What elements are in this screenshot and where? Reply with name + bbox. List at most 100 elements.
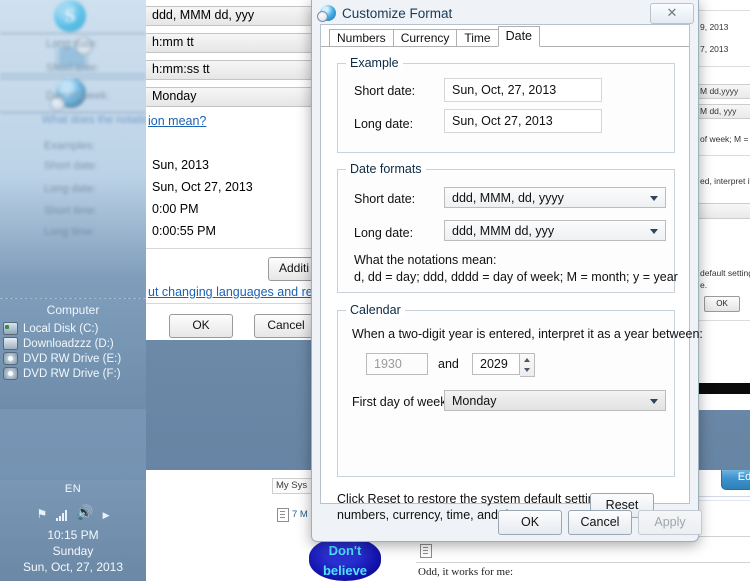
- blurred-long-time-label: Long time:: [44, 226, 96, 238]
- notation-body: d, dd = day; ddd, dddd = day of week; M …: [354, 270, 678, 284]
- example-short-date-value: Sun, Oct, 27, 2013: [444, 78, 602, 102]
- blurred-short-time-label: Short time:: [44, 205, 98, 217]
- bg-ok-button[interactable]: OK: [169, 314, 233, 338]
- calendar-group-legend: Calendar: [346, 303, 405, 317]
- background-region-dialog: ddd, MMM dd, yyy h:mm tt h:mm:ss tt Mond…: [146, 0, 329, 340]
- change-languages-link[interactable]: ut changing languages and regio: [148, 285, 329, 299]
- tab-numbers[interactable]: Numbers: [329, 29, 394, 47]
- gadget-drive-row[interactable]: Local Disk (C:): [0, 321, 146, 336]
- bg-notation-link[interactable]: ion mean?: [148, 114, 206, 128]
- bgr-reset-note: default settings: [700, 268, 750, 278]
- tab-time[interactable]: Time: [456, 29, 499, 47]
- language-indicator[interactable]: EN: [0, 480, 146, 495]
- signature-image: Don't believe everything: [309, 537, 381, 581]
- attachment-icon: [277, 508, 289, 522]
- bgr-calendar-fragment: ed, interpret it as: [700, 176, 750, 186]
- tab-date[interactable]: Date: [497, 26, 541, 47]
- blurred-examples-label: Examples:: [44, 140, 96, 152]
- short-date-format-value: ddd, MMM, dd, yyyy: [452, 191, 564, 205]
- bgr-example-1: 9, 2013: [700, 22, 729, 32]
- drive-label: Downloadzzz (D:): [23, 337, 114, 350]
- signature-line-1: Don't believe: [322, 543, 368, 578]
- flag-icon[interactable]: ⚑: [36, 507, 47, 521]
- apply-button[interactable]: Apply: [638, 510, 702, 535]
- ok-button[interactable]: OK: [498, 510, 562, 535]
- reset-note-line-1: Click Reset to restore the system defaul…: [337, 492, 627, 506]
- my-system-label: My Sys: [276, 480, 308, 491]
- customize-format-dialog: Customize Format ✕ Numbers Currency Time…: [311, 0, 703, 542]
- tab-bar: Numbers Currency Time Date: [321, 26, 541, 47]
- short-date-format-combo[interactable]: ddd, MMM, dd, yyyy: [444, 187, 666, 208]
- show-hidden-icons-arrow[interactable]: ▶: [103, 510, 110, 521]
- bgr-notation-fragment: of week; M = m: [700, 134, 750, 144]
- blurred-long-date-label: Long date:: [44, 183, 96, 195]
- example-long-date-value: Sun, Oct 27, 2013: [444, 109, 602, 133]
- gadget-drive-row[interactable]: DVD RW Drive (E:): [0, 351, 146, 366]
- first-day-of-week-label: First day of week:: [352, 395, 450, 409]
- chevron-down-icon: [650, 196, 658, 201]
- post-icon: [420, 544, 432, 558]
- tab-currency[interactable]: Currency: [392, 29, 458, 47]
- bg-example-3: 0:00 PM: [152, 202, 199, 216]
- long-date-format-label: Long date:: [354, 226, 414, 240]
- bg-cancel-button[interactable]: Cancel: [254, 314, 318, 338]
- dialog-title-bar: Customize Format ✕: [312, 0, 698, 24]
- chevron-down-icon: [650, 399, 658, 404]
- region-globe-icon: [317, 5, 336, 22]
- clock-day: Sunday: [52, 544, 94, 558]
- year-to-input[interactable]: 2029: [472, 353, 520, 375]
- bg-format-short-time: h:mm tt: [152, 35, 194, 49]
- bgr-example-2: 7, 2013: [700, 44, 729, 54]
- and-label: and: [438, 357, 459, 371]
- computer-gadget: Computer Local Disk (C:) Downloadzzz (D:…: [0, 298, 146, 409]
- bg-first-day-of-week: Monday: [152, 89, 197, 103]
- short-date-format-label: Short date:: [354, 192, 416, 206]
- blurred-row-label-1: Long date:: [46, 38, 98, 50]
- edit-post-button[interactable]: Ed: [721, 470, 750, 490]
- stepper-up-icon[interactable]: [524, 358, 530, 362]
- bg-example-1: Sun, 2013: [152, 158, 209, 172]
- year-from-input[interactable]: 1930: [366, 353, 428, 375]
- date-formats-group-legend: Date formats: [346, 162, 426, 176]
- long-date-format-value: ddd, MMM dd, yyy: [452, 224, 555, 238]
- gadget-title: Computer: [46, 303, 100, 317]
- long-date-format-combo[interactable]: ddd, MMM dd, yyy: [444, 220, 666, 241]
- example-group: Example Short date: Sun, Oct, 27, 2013 L…: [337, 56, 675, 153]
- gadget-drive-row[interactable]: Downloadzzz (D:): [0, 336, 146, 351]
- year-to-stepper[interactable]: [520, 353, 535, 377]
- network-signal-icon[interactable]: [56, 509, 68, 521]
- background-duplicate-dialog: 9, 2013 7, 2013 M dd,yyyy M dd, yyy of w…: [697, 0, 750, 410]
- bgr-format-2: M dd, yyy: [700, 106, 737, 116]
- date-formats-group: Date formats Short date: ddd, MMM, dd, y…: [337, 162, 678, 293]
- cancel-button[interactable]: Cancel: [568, 510, 632, 535]
- volume-icon[interactable]: 🔊: [76, 504, 93, 521]
- example-group-legend: Example: [346, 56, 403, 70]
- dialog-body: Numbers Currency Time Date Example Short…: [320, 24, 703, 522]
- two-digit-year-text: When a two-digit year is entered, interp…: [352, 327, 703, 341]
- stepper-down-icon[interactable]: [524, 368, 530, 372]
- drive-label: DVD RW Drive (F:): [23, 367, 121, 380]
- drive-label: DVD RW Drive (E:): [23, 352, 122, 365]
- clock-widget[interactable]: 10:15 PM Sunday Sun, Oct, 27, 2013: [0, 527, 146, 575]
- gadget-drive-row[interactable]: DVD RW Drive (F:): [0, 366, 146, 381]
- close-icon[interactable]: ✕: [650, 2, 694, 24]
- calendar-group: Calendar When a two-digit year is entere…: [337, 303, 703, 477]
- first-day-of-week-combo[interactable]: Monday: [444, 390, 666, 411]
- drive-label: Local Disk (C:): [23, 322, 99, 335]
- blurred-short-date-label: Short date:: [44, 160, 98, 172]
- bgr-ok-button[interactable]: OK: [704, 296, 740, 312]
- blurred-row-label-2: Short time:: [46, 62, 100, 74]
- hard-disk-icon: [3, 322, 18, 335]
- bgr-reset-note-2: e.: [700, 280, 708, 290]
- taskbar-notification-area: EN ⚑ 🔊 ▶ 10:15 PM Sunday Sun, Oct, 27, 2…: [0, 480, 146, 581]
- clock-date: Sun, Oct, 27, 2013: [22, 560, 124, 574]
- bgr-format-1: M dd,yyyy: [700, 86, 739, 96]
- bg-example-4: 0:00:55 PM: [152, 224, 216, 238]
- clock-time: 10:15 PM: [47, 528, 99, 542]
- chevron-down-icon: [650, 229, 658, 234]
- bg-format-long-time: h:mm:ss tt: [152, 62, 210, 76]
- first-day-of-week-value: Monday: [452, 394, 497, 408]
- blurred-row-label-3: Day of week:: [46, 90, 110, 102]
- hard-disk-icon: [3, 337, 18, 350]
- blurred-region-dialog: S Long date: Short time: Day of week: Wh…: [0, 0, 192, 238]
